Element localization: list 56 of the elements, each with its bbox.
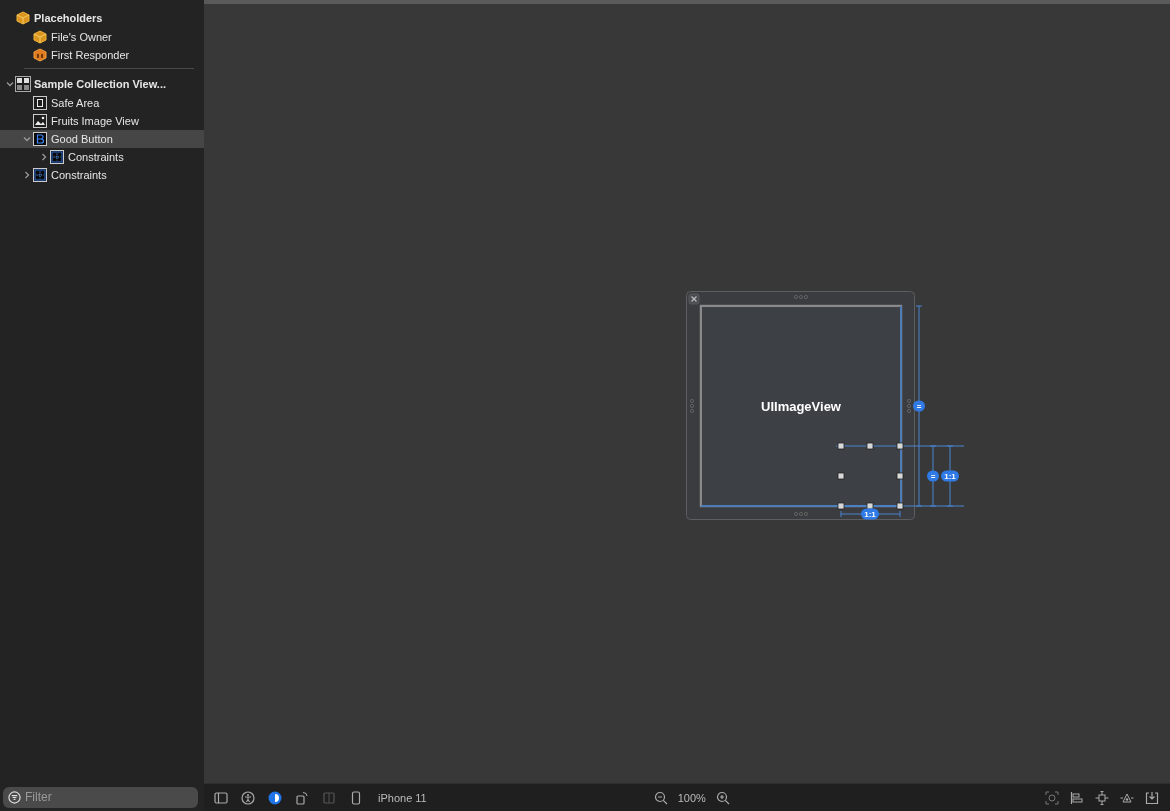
- constraints-icon: [50, 150, 64, 164]
- filter-icon: [8, 790, 21, 804]
- align-icon[interactable]: [1070, 790, 1084, 805]
- add-constraints-icon[interactable]: [1095, 790, 1109, 805]
- selection-handle[interactable]: [896, 472, 904, 480]
- selection-handle[interactable]: [866, 442, 874, 450]
- outline-item[interactable]: Safe Area: [0, 94, 204, 112]
- filter-field[interactable]: Filter: [3, 786, 198, 808]
- image-icon: [33, 114, 47, 128]
- outline-item[interactable]: File's Owner: [0, 28, 204, 46]
- zoom-in-icon[interactable]: [715, 790, 730, 805]
- grid-icon: [15, 76, 31, 92]
- constraints-icon: [33, 168, 47, 182]
- button-icon: [33, 132, 47, 146]
- zoom-level: 100%: [677, 791, 706, 804]
- close-icon[interactable]: [688, 293, 700, 305]
- embed-icon[interactable]: [1145, 790, 1159, 805]
- disclosure-icon[interactable]: [23, 135, 31, 143]
- sidebar-toggle-icon[interactable]: [214, 790, 228, 805]
- rotate-icon[interactable]: [295, 790, 309, 805]
- outline-item[interactable]: Constraints: [0, 148, 204, 166]
- outline-item[interactable]: First Responder: [0, 46, 204, 64]
- resize-handle-icon[interactable]: [794, 512, 808, 516]
- device-selector[interactable]: iPhone 11: [378, 791, 427, 804]
- constraint-line: [840, 510, 901, 518]
- outline-item[interactable]: Good Button: [0, 130, 204, 148]
- constraint-badge[interactable]: =: [913, 400, 925, 412]
- update-frames-icon[interactable]: [1045, 790, 1059, 805]
- constraint-badge[interactable]: 1:1: [861, 508, 879, 520]
- safe-area-icon: [33, 96, 47, 110]
- selection-handle[interactable]: [837, 472, 845, 480]
- outline-item[interactable]: Constraints: [0, 166, 204, 184]
- cube-icon: [16, 11, 30, 25]
- accessibility-icon[interactable]: [241, 790, 255, 805]
- cube-icon: [33, 48, 47, 62]
- disclosure-icon[interactable]: [6, 80, 14, 88]
- view-label: UIImageView: [761, 399, 841, 414]
- outline-item[interactable]: Fruits Image View: [0, 112, 204, 130]
- constraint-badge[interactable]: =: [927, 470, 939, 482]
- resize-handle-icon[interactable]: [794, 295, 808, 299]
- resize-handle-icon[interactable]: [907, 399, 911, 413]
- cube-icon: [33, 30, 47, 44]
- selection-handle[interactable]: [837, 502, 845, 510]
- constraint-badge[interactable]: 1:1: [941, 470, 959, 482]
- disclosure-icon[interactable]: [40, 153, 48, 161]
- selection-handle[interactable]: [896, 502, 904, 510]
- outline-item[interactable]: Placeholders: [0, 8, 204, 28]
- phone-icon[interactable]: [349, 790, 363, 805]
- selection-handle[interactable]: [866, 502, 874, 510]
- selection-handle[interactable]: [896, 442, 904, 450]
- selection-handle[interactable]: [837, 442, 845, 450]
- disclosure-icon[interactable]: [23, 171, 31, 179]
- zoom-out-icon[interactable]: [653, 790, 668, 805]
- resize-handle-icon[interactable]: [690, 399, 694, 413]
- appearance-icon[interactable]: [268, 790, 282, 805]
- outline-item[interactable]: Sample Collection View...: [0, 74, 204, 94]
